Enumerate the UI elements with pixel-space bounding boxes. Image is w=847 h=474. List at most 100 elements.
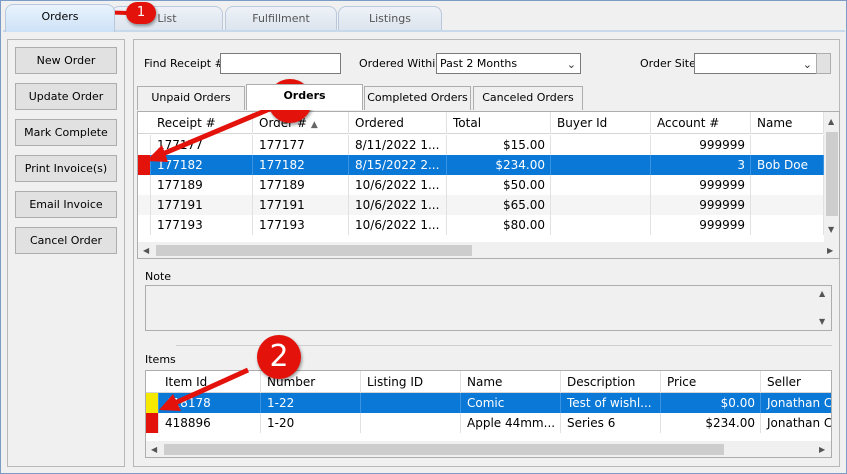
- orders-horizontal-scrollbar[interactable]: ◀ ▶: [138, 242, 839, 258]
- ordered-within-select[interactable]: Past 2 Months ⌄: [436, 53, 581, 74]
- chevron-down-icon: ⌄: [802, 58, 812, 71]
- column-header-receipt[interactable]: Receipt #: [151, 112, 253, 134]
- cancel-order-button[interactable]: Cancel Order: [15, 227, 117, 254]
- scroll-down-icon[interactable]: ▼: [819, 317, 825, 326]
- chevron-down-icon: ⌄: [566, 58, 576, 71]
- actions-panel: New Order Update Order Mark Complete Pri…: [7, 39, 125, 467]
- tab-listings[interactable]: Listings: [338, 6, 442, 30]
- update-order-button[interactable]: Update Order: [15, 83, 117, 110]
- new-order-button[interactable]: New Order: [15, 47, 117, 74]
- scroll-down-icon[interactable]: ▼: [828, 225, 834, 234]
- cell-account: 999999: [651, 135, 751, 155]
- cell-description: Test of wishl...: [561, 393, 661, 413]
- cell-ordered: 8/15/2022 2...: [349, 155, 447, 175]
- column-header-name[interactable]: Name: [751, 112, 824, 134]
- cell-name: Bob Doe: [751, 155, 824, 175]
- mark-complete-button[interactable]: Mark Complete: [15, 119, 117, 146]
- table-row-selected[interactable]: 177182 177182 8/15/2022 2... $234.00 3 B…: [138, 155, 824, 175]
- orders-panel: Find Receipt # Ordered Within Past 2 Mon…: [133, 39, 840, 467]
- email-invoice-button[interactable]: Email Invoice: [15, 191, 117, 218]
- table-row[interactable]: 177177 177177 8/11/2022 1... $15.00 9999…: [138, 135, 824, 155]
- cell-order: 177177: [253, 135, 349, 155]
- table-row[interactable]: 177191 177191 10/6/2022 1... $65.00 9999…: [138, 195, 824, 215]
- orders-vertical-scroll-thumb[interactable]: [826, 132, 838, 216]
- cell-seller: Jonathan C: [761, 393, 831, 413]
- cell-seller: Jonathan C: [761, 413, 831, 433]
- scroll-up-icon[interactable]: ▲: [819, 289, 825, 298]
- cell-buyer-id: [551, 195, 651, 215]
- orders-horizontal-scroll-thumb[interactable]: [156, 245, 472, 256]
- note-label: Note: [145, 270, 172, 283]
- tab-orders-active[interactable]: Orders: [246, 84, 363, 110]
- orders-vertical-scrollbar[interactable]: ▲ ▼: [824, 112, 839, 242]
- cell-order: 177189: [253, 175, 349, 195]
- ordered-within-label: Ordered Within: [359, 57, 443, 70]
- cell-item-name: Comic: [461, 393, 561, 413]
- cell-name: [751, 175, 824, 195]
- note-textarea[interactable]: ▲ ▼: [145, 285, 832, 331]
- tab-underline: [3, 30, 845, 32]
- row-marker: [138, 215, 151, 235]
- column-header-account[interactable]: Account #: [651, 112, 751, 134]
- cell-listing-id: [361, 413, 461, 433]
- scroll-left-icon[interactable]: ◀: [143, 246, 149, 255]
- callout-badge-2-items: 2: [257, 335, 301, 379]
- column-header-buyer-id[interactable]: Buyer Id: [551, 112, 651, 134]
- items-horizontal-scroll-thumb[interactable]: [164, 444, 724, 455]
- table-row[interactable]: 177189 177189 10/6/2022 1... $50.00 9999…: [138, 175, 824, 195]
- scroll-right-icon[interactable]: ▶: [827, 246, 833, 255]
- cell-item-id: 418178: [159, 393, 261, 413]
- cell-listing-id: [361, 393, 461, 413]
- find-receipt-label: Find Receipt #: [144, 57, 224, 70]
- orders-grid: Receipt # Order # ▲ Ordered Total Buyer …: [137, 111, 840, 259]
- scroll-up-icon[interactable]: ▲: [828, 117, 834, 126]
- sort-ascending-icon: ▲: [310, 120, 318, 130]
- column-header-description[interactable]: Description: [561, 371, 661, 393]
- tab-completed-orders[interactable]: Completed Orders: [364, 86, 471, 110]
- tab-unpaid-orders[interactable]: Unpaid Orders: [137, 86, 245, 110]
- print-invoices-button[interactable]: Print Invoice(s): [15, 155, 117, 182]
- scroll-left-icon[interactable]: ◀: [151, 445, 157, 454]
- cell-name: [751, 135, 824, 155]
- find-receipt-input[interactable]: [220, 53, 341, 74]
- tab-canceled-orders[interactable]: Canceled Orders: [473, 86, 583, 110]
- callout-badge-1: 1: [126, 2, 156, 24]
- table-row[interactable]: 418896 1-20 Apple 44mm... Series 6 $234.…: [146, 413, 831, 433]
- scroll-right-icon[interactable]: ▶: [819, 445, 825, 454]
- items-grid-header: Item Id Number Listing ID Name Descripti…: [146, 371, 831, 393]
- column-header-item-id[interactable]: Item Id: [159, 371, 261, 393]
- column-header-ordered[interactable]: Ordered: [349, 112, 447, 134]
- tab-fulfillment[interactable]: Fulfillment: [225, 6, 337, 30]
- column-header-listing-id[interactable]: Listing ID: [361, 371, 461, 393]
- cell-total: $234.00: [447, 155, 551, 175]
- cell-receipt: 177177: [151, 135, 253, 155]
- note-scrollbar[interactable]: ▲ ▼: [815, 286, 831, 330]
- cell-ordered: 8/11/2022 1...: [349, 135, 447, 155]
- row-marker: [138, 195, 151, 215]
- tab-orders[interactable]: Orders: [5, 4, 115, 32]
- cell-account: 3: [651, 155, 751, 175]
- cell-account: 999999: [651, 175, 751, 195]
- cell-item-name: Apple 44mm...: [461, 413, 561, 433]
- order-site-label: Order Site: [640, 57, 696, 70]
- row-marker: [138, 175, 151, 195]
- cell-receipt: 177191: [151, 195, 253, 215]
- row-marker: [138, 135, 151, 155]
- column-header-seller[interactable]: Seller: [761, 371, 831, 393]
- column-header-total[interactable]: Total: [447, 112, 551, 134]
- table-row-selected[interactable]: 418178 1-22 Comic Test of wishl... $0.00…: [146, 393, 831, 413]
- cell-ordered: 10/6/2022 1...: [349, 215, 447, 235]
- column-header-price[interactable]: Price: [661, 371, 761, 393]
- items-label: Items: [145, 353, 176, 366]
- items-horizontal-scrollbar[interactable]: ◀ ▶: [146, 441, 831, 457]
- cell-name: [751, 195, 824, 215]
- column-header-item-name[interactable]: Name: [461, 371, 561, 393]
- order-site-extra-button[interactable]: [816, 53, 831, 74]
- cell-price: $0.00: [661, 393, 761, 413]
- cell-order: 177182: [253, 155, 349, 175]
- cell-account: 999999: [651, 215, 751, 235]
- cell-buyer-id: [551, 135, 651, 155]
- cell-account: 999999: [651, 195, 751, 215]
- table-row[interactable]: 177193 177193 10/6/2022 1... $80.00 9999…: [138, 215, 824, 235]
- order-site-select[interactable]: ⌄: [694, 53, 817, 74]
